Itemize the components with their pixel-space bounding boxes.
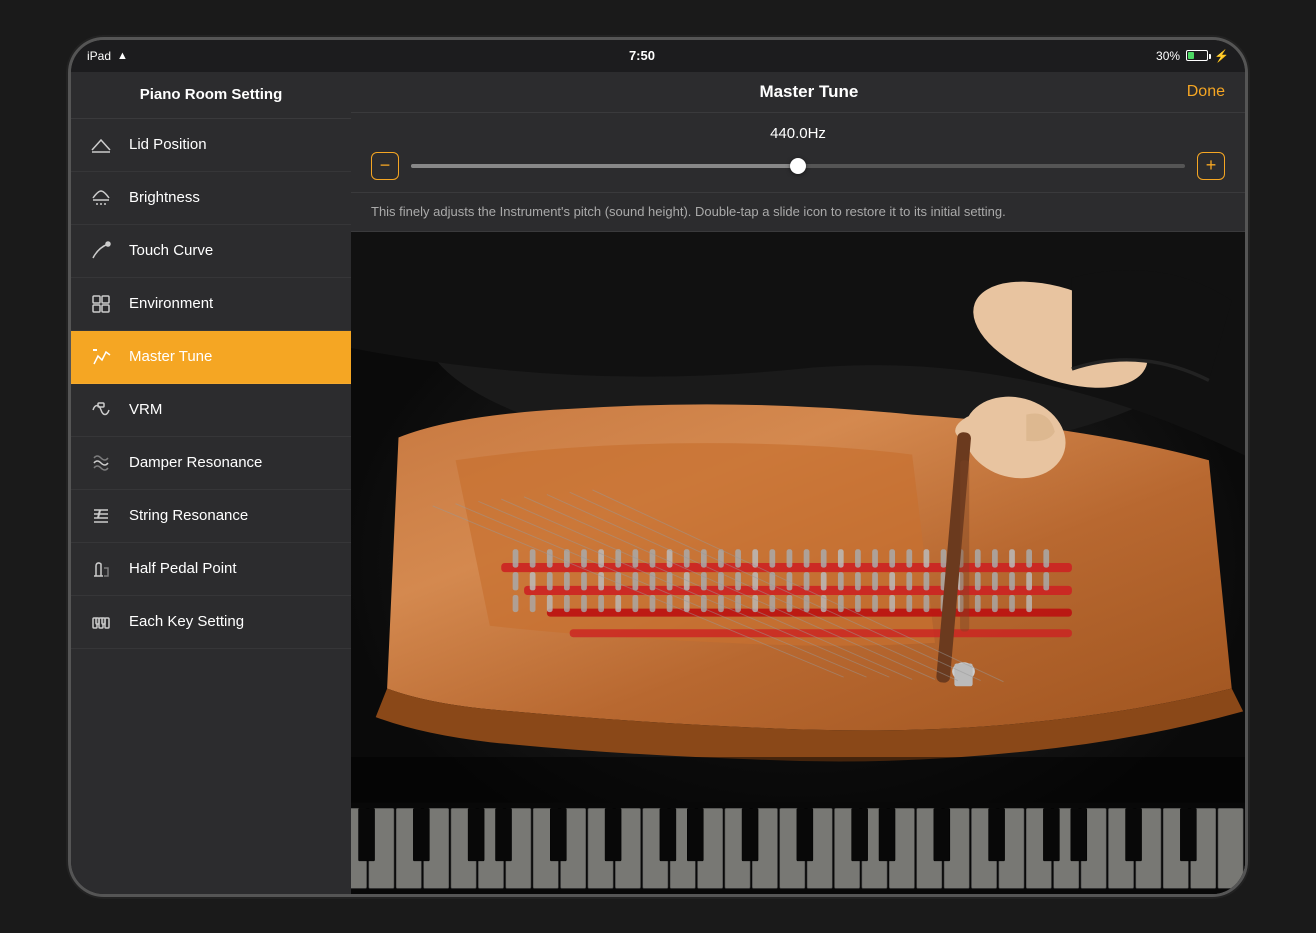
environment-label: Environment — [129, 295, 213, 312]
lid-position-label: Lid Position — [129, 136, 207, 153]
sidebar-item-damper-resonance[interactable]: Damper Resonance — [71, 437, 351, 490]
each-key-setting-icon — [87, 608, 115, 636]
sidebar-item-brightness[interactable]: Brightness — [71, 172, 351, 225]
sidebar: Piano Room Setting Lid Position — [71, 72, 351, 894]
piano-image-area — [351, 232, 1245, 894]
brightness-label: Brightness — [129, 189, 200, 206]
right-panel-title: Master Tune — [759, 82, 858, 102]
touch-curve-icon — [87, 237, 115, 265]
description-bar: This finely adjusts the Instrument's pit… — [351, 193, 1245, 232]
status-bar: iPad ▲ 7:50 30% ⚡ — [71, 40, 1245, 72]
main-content: Piano Room Setting Lid Position — [71, 72, 1245, 894]
right-panel: Master Tune Done 440.0Hz − + This finely… — [351, 72, 1245, 894]
string-resonance-label: String Resonance — [129, 507, 248, 524]
increase-button[interactable]: + — [1197, 152, 1225, 180]
slider-row: − + — [371, 152, 1225, 180]
status-time: 7:50 — [629, 48, 655, 63]
piano-svg — [351, 232, 1245, 894]
sidebar-item-touch-curve[interactable]: Touch Curve — [71, 225, 351, 278]
sidebar-title: Piano Room Setting — [140, 86, 283, 103]
each-key-setting-label: Each Key Setting — [129, 613, 244, 630]
master-tune-icon — [87, 343, 115, 371]
status-right: 30% ⚡ — [1156, 49, 1229, 63]
half-pedal-point-icon — [87, 555, 115, 583]
sidebar-item-environment[interactable]: Environment — [71, 278, 351, 331]
slider-track[interactable] — [411, 164, 1185, 168]
status-left: iPad ▲ — [87, 49, 128, 63]
battery-fill — [1188, 52, 1194, 59]
lid-position-icon — [87, 131, 115, 159]
environment-icon — [87, 290, 115, 318]
vrm-label: VRM — [129, 401, 162, 418]
tune-control: 440.0Hz − + — [351, 113, 1245, 193]
half-pedal-point-label: Half Pedal Point — [129, 560, 237, 577]
damper-resonance-label: Damper Resonance — [129, 454, 262, 471]
touch-curve-label: Touch Curve — [129, 242, 213, 259]
slider-fill — [411, 164, 798, 168]
brightness-icon — [87, 184, 115, 212]
sidebar-item-string-resonance[interactable]: String Resonance — [71, 490, 351, 543]
sidebar-item-each-key-setting[interactable]: Each Key Setting — [71, 596, 351, 649]
vrm-icon — [87, 396, 115, 424]
decrease-button[interactable]: − — [371, 152, 399, 180]
ipad-label: iPad — [87, 49, 111, 63]
done-button[interactable]: Done — [1187, 83, 1225, 101]
right-header: Master Tune Done — [351, 72, 1245, 113]
charging-icon: ⚡ — [1214, 49, 1229, 63]
wifi-icon: ▲ — [117, 50, 128, 62]
battery-percent: 30% — [1156, 49, 1180, 63]
sidebar-item-vrm[interactable]: VRM — [71, 384, 351, 437]
sidebar-item-half-pedal-point[interactable]: Half Pedal Point — [71, 543, 351, 596]
string-resonance-icon — [87, 502, 115, 530]
sidebar-header: Piano Room Setting — [71, 72, 351, 119]
slider-thumb[interactable] — [790, 158, 806, 174]
device-frame: iPad ▲ 7:50 30% ⚡ Piano Room Setting — [68, 37, 1248, 897]
battery-bar — [1186, 50, 1208, 61]
description-text: This finely adjusts the Instrument's pit… — [371, 204, 1006, 219]
master-tune-label: Master Tune — [129, 348, 212, 365]
battery-icon — [1186, 50, 1208, 61]
sidebar-item-master-tune[interactable]: Master Tune — [71, 331, 351, 384]
damper-resonance-icon — [87, 449, 115, 477]
tune-hz-display: 440.0Hz — [371, 125, 1225, 142]
sidebar-item-lid-position[interactable]: Lid Position — [71, 119, 351, 172]
